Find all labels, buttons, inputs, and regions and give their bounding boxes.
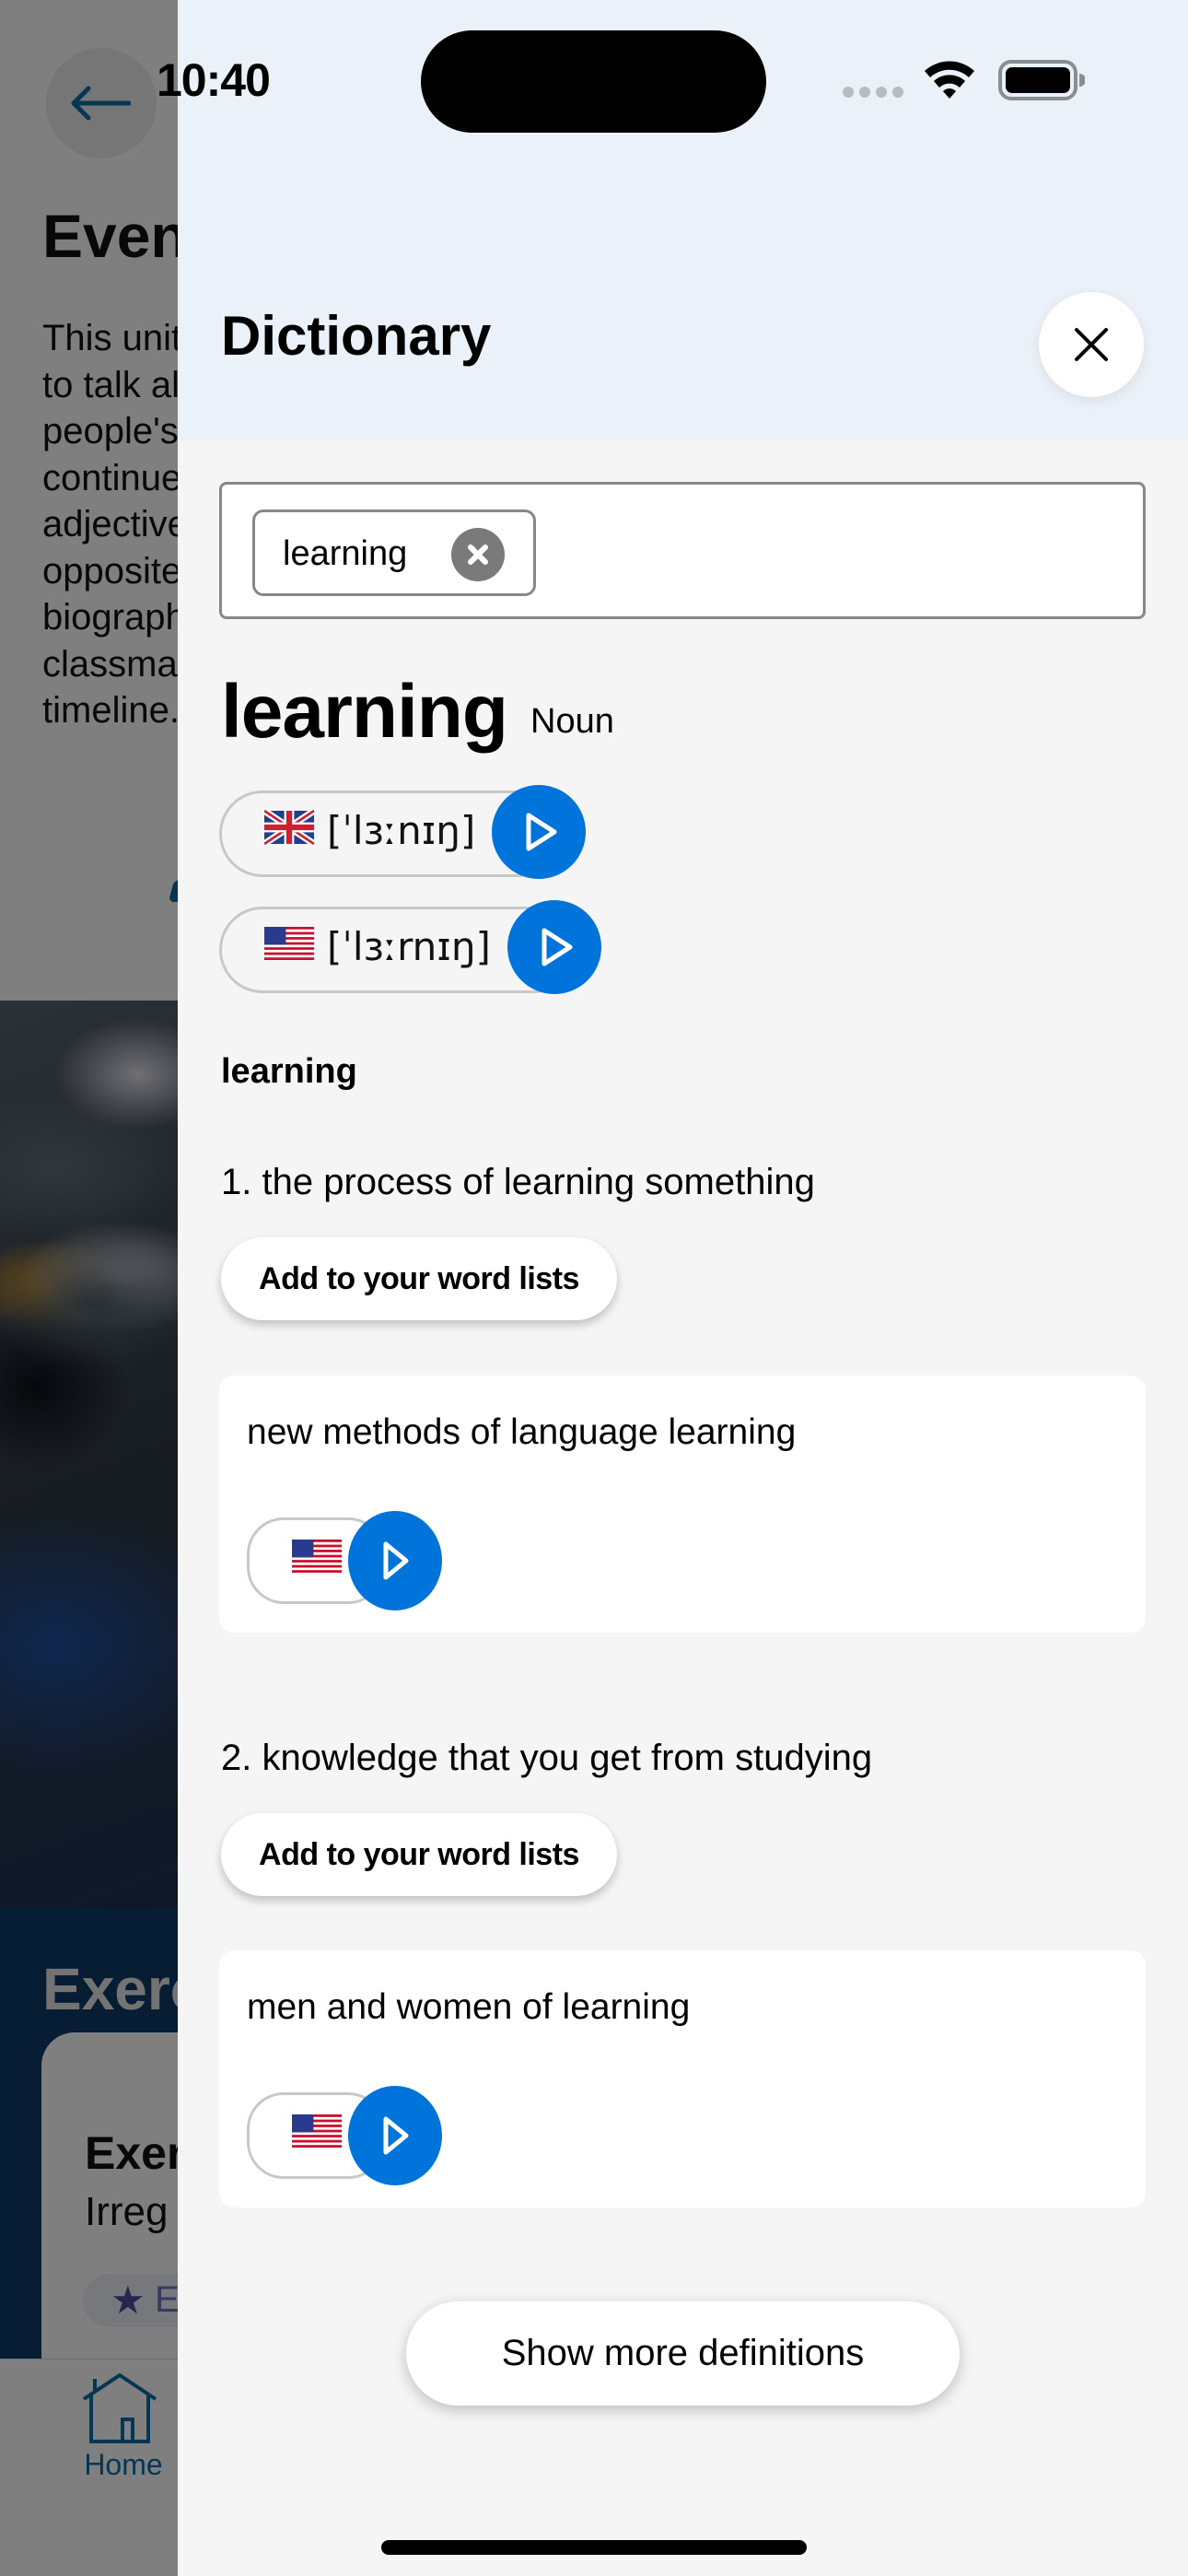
battery-icon [998,60,1085,100]
ipa-uk: [ˈlɜːnɪŋ] [327,808,476,853]
us-flag-icon [264,927,314,960]
headword: learning [221,670,508,754]
dictionary-drawer: Dictionary learning learning Noun [ˈlɜːn… [178,0,1188,2576]
play-icon [383,1541,409,1580]
play-example-1-button[interactable] [348,1511,442,1610]
us-flag-icon [292,2114,342,2148]
add-to-word-lists-button-2[interactable]: Add to your word lists [221,1813,617,1896]
sense-heading: learning [221,1052,357,1091]
show-more-definitions-button[interactable]: Show more definitions [406,2301,960,2406]
play-icon [526,813,557,851]
modal-scrim[interactable] [0,0,178,2576]
status-time: 10:40 [157,54,271,106]
uk-flag-icon [264,810,314,845]
play-us-button[interactable] [507,900,601,994]
example-text-1: new methods of language learning [247,1412,797,1452]
dynamic-island [421,30,766,133]
part-of-speech: Noun [530,702,614,741]
drawer-title: Dictionary [221,305,492,367]
play-uk-button[interactable] [492,785,586,879]
signal-dots-icon [843,87,903,98]
example-card-2: men and women of learning [219,1950,1146,2207]
wifi-icon [925,61,974,99]
add-to-word-lists-button-1[interactable]: Add to your word lists [221,1237,617,1320]
play-icon [542,928,573,966]
clear-circle-icon [468,544,488,565]
example-card-1: new methods of language learning [219,1376,1146,1633]
search-chip[interactable]: learning [252,509,536,596]
close-icon [1075,328,1108,361]
search-input[interactable]: learning [219,482,1146,619]
example-text-2: men and women of learning [247,1987,691,2027]
definition-2: 2. knowledge that you get from studying [221,1738,873,1778]
play-example-2-button[interactable] [348,2086,442,2185]
us-flag-icon [292,1540,342,1573]
search-chip-label: learning [283,534,408,573]
close-button[interactable] [1039,292,1144,397]
home-indicator [381,2540,807,2555]
chip-clear-button[interactable] [451,528,505,581]
definition-1: 1. the process of learning something [221,1162,815,1202]
play-icon [383,2116,409,2155]
ipa-us: [ˈlɜːrnɪŋ] [327,924,491,969]
